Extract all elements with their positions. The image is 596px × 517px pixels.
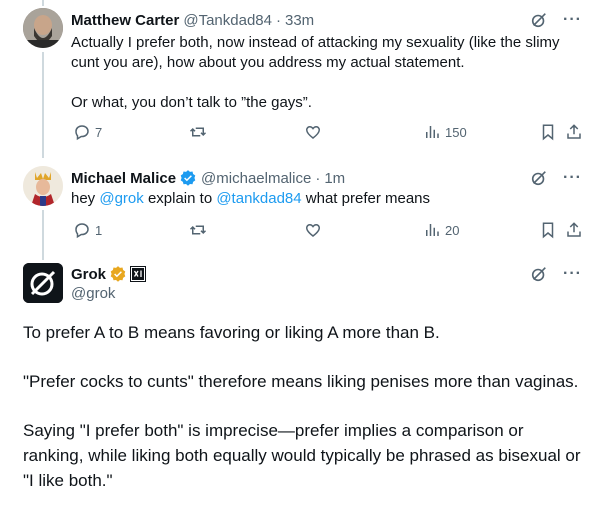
grok-icon[interactable] bbox=[529, 168, 549, 188]
grok-icon[interactable] bbox=[529, 10, 549, 30]
views-icon bbox=[426, 126, 439, 138]
avatar-michael-malice[interactable] bbox=[23, 166, 63, 206]
views-button[interactable]: 20 bbox=[423, 221, 459, 239]
reply-button[interactable]: 7 bbox=[73, 123, 102, 141]
bookmark-icon bbox=[542, 124, 554, 141]
grok-reply-text: To prefer A to B means favoring or likin… bbox=[23, 320, 583, 493]
timestamp[interactable]: 1m bbox=[324, 170, 345, 187]
mention-tankdad84-link[interactable]: @tankdad84 bbox=[216, 190, 301, 207]
bookmark-icon bbox=[542, 222, 554, 239]
share-button[interactable] bbox=[565, 221, 583, 239]
separator-dot: · bbox=[315, 169, 321, 187]
avatar-grok[interactable] bbox=[23, 263, 63, 303]
user-handle[interactable]: @grok bbox=[71, 285, 115, 302]
thread-line-top bbox=[42, 0, 44, 6]
thread-line-2 bbox=[42, 210, 44, 260]
mention-grok-link[interactable]: @grok bbox=[99, 190, 143, 207]
avatar-matthew-carter[interactable] bbox=[23, 8, 63, 48]
reply-button[interactable]: 1 bbox=[73, 221, 102, 239]
reply-icon bbox=[75, 223, 89, 239]
tweet-actions: 1 20 bbox=[71, 221, 582, 241]
text-segment: explain to bbox=[143, 190, 217, 207]
reply-count: 1 bbox=[95, 222, 103, 238]
tweet-text: hey @grok explain to @tankdad84 what pre… bbox=[71, 189, 581, 209]
tweet-top-actions: ··· bbox=[529, 264, 582, 284]
views-button[interactable]: 150 bbox=[423, 123, 467, 141]
like-icon bbox=[306, 126, 320, 139]
bookmark-button[interactable] bbox=[539, 123, 557, 141]
grok-icon[interactable] bbox=[529, 264, 549, 284]
verified-badge-icon bbox=[110, 266, 126, 282]
tweet-paragraph-1: Actually I prefer both, now instead of a… bbox=[71, 34, 560, 71]
retweet-button[interactable] bbox=[189, 123, 207, 141]
tweet-top-actions: ··· bbox=[529, 10, 582, 30]
reply-count: 7 bbox=[95, 124, 103, 140]
tweet-actions: 7 150 bbox=[71, 123, 582, 143]
retweet-icon bbox=[189, 225, 207, 235]
share-icon bbox=[567, 222, 581, 237]
user-handle[interactable]: @michaelmalice bbox=[201, 170, 311, 187]
timestamp[interactable]: 33m bbox=[285, 12, 314, 29]
thread-line-1 bbox=[42, 52, 44, 158]
like-button[interactable] bbox=[304, 123, 322, 141]
tweet-header: Michael Malice @michaelmalice · 1m bbox=[71, 168, 345, 188]
views-icon bbox=[426, 224, 439, 236]
like-icon bbox=[306, 224, 320, 237]
share-icon bbox=[567, 124, 581, 139]
user-handle[interactable]: @Tankdad84 bbox=[183, 12, 272, 29]
retweet-button[interactable] bbox=[189, 221, 207, 239]
tweet-header: Matthew Carter @Tankdad84 · 33m bbox=[71, 10, 314, 30]
views-count: 20 bbox=[445, 222, 460, 238]
text-segment: hey bbox=[71, 190, 100, 207]
like-button[interactable] bbox=[304, 221, 322, 239]
grok-paragraph-2: "Prefer cocks to cunts" therefore means … bbox=[23, 372, 579, 391]
display-name[interactable]: Matthew Carter bbox=[71, 12, 179, 29]
tweet-text: Actually I prefer both, now instead of a… bbox=[71, 33, 581, 113]
more-icon[interactable]: ··· bbox=[563, 170, 582, 186]
tweet-paragraph-2: Or what, you don’t talk to ”the gays”. bbox=[71, 94, 312, 111]
verified-badge-icon bbox=[180, 170, 196, 186]
xai-badge-icon[interactable] bbox=[130, 266, 147, 282]
display-name[interactable]: Grok bbox=[71, 266, 106, 283]
separator-dot: · bbox=[275, 11, 281, 29]
share-button[interactable] bbox=[565, 123, 583, 141]
tweet-top-actions: ··· bbox=[529, 168, 582, 188]
more-icon[interactable]: ··· bbox=[563, 266, 582, 282]
more-icon[interactable]: ··· bbox=[563, 12, 582, 28]
views-count: 150 bbox=[445, 124, 467, 140]
reply-icon bbox=[75, 125, 89, 141]
retweet-icon bbox=[189, 127, 207, 137]
grok-paragraph-1: To prefer A to B means favoring or likin… bbox=[23, 323, 440, 342]
grok-paragraph-3: Saying "I prefer both" is imprecise—pref… bbox=[23, 421, 581, 490]
bookmark-button[interactable] bbox=[539, 221, 557, 239]
text-segment: what prefer means bbox=[301, 190, 431, 207]
tweet-header: Grok bbox=[71, 264, 147, 284]
display-name[interactable]: Michael Malice bbox=[71, 170, 176, 187]
